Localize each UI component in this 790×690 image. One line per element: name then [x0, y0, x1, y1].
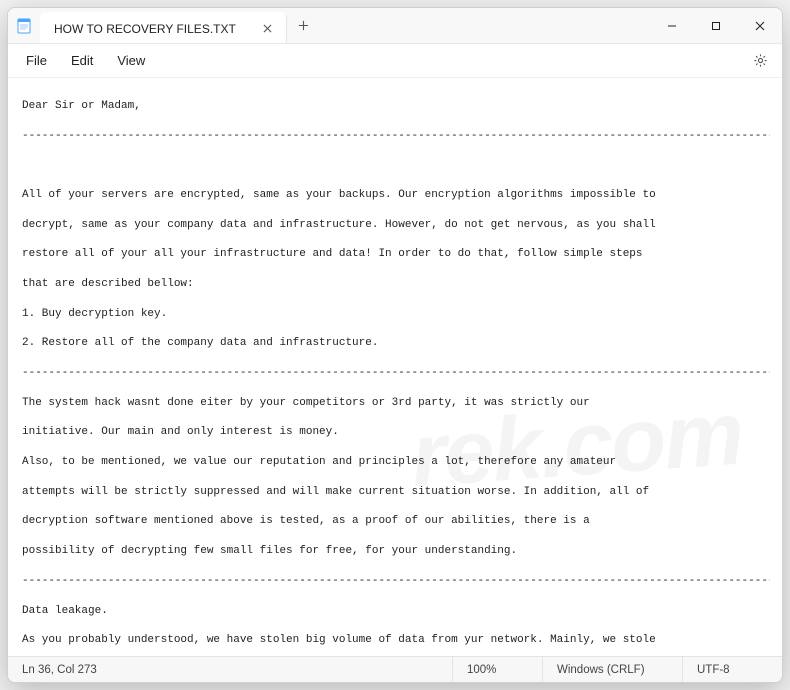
separator-line: ----------------------------------------… [22, 574, 770, 589]
maximize-button[interactable] [694, 8, 738, 43]
status-position: Ln 36, Col 273 [8, 657, 111, 682]
status-zoom[interactable]: 100% [452, 657, 542, 682]
settings-button[interactable] [746, 47, 774, 75]
tab-active[interactable]: HOW TO RECOVERY FILES.TXT [40, 12, 287, 43]
text-line: Data leakage. [22, 604, 770, 619]
titlebar: HOW TO RECOVERY FILES.TXT [8, 8, 782, 44]
text-line: 1. Buy decryption key. [22, 307, 770, 322]
text-line: initiative. Our main and only interest i… [22, 425, 770, 440]
notepad-window: HOW TO RECOVERY FILES.TXT File Edit View [7, 7, 783, 683]
status-eol[interactable]: Windows (CRLF) [542, 657, 682, 682]
app-icon-notepad [8, 8, 40, 43]
text-line: decryption software mentioned above is t… [22, 514, 770, 529]
tab-title: HOW TO RECOVERY FILES.TXT [54, 22, 236, 36]
text-line: possibility of decrypting few small file… [22, 544, 770, 559]
window-controls [650, 8, 782, 43]
text-line: Dear Sir or Madam, [22, 99, 770, 114]
text-line: restore all of your all your infrastruct… [22, 247, 770, 262]
text-line: attempts will be strictly suppressed and… [22, 485, 770, 500]
menu-edit[interactable]: Edit [61, 49, 103, 72]
close-button[interactable] [738, 8, 782, 43]
tab-close-button[interactable] [260, 21, 276, 37]
status-encoding[interactable]: UTF-8 [682, 657, 782, 682]
menu-file[interactable]: File [16, 49, 57, 72]
statusbar: Ln 36, Col 273 100% Windows (CRLF) UTF-8 [8, 656, 782, 682]
text-line: Also, to be mentioned, we value our repu… [22, 455, 770, 470]
text-line: The system hack wasnt done eiter by your… [22, 396, 770, 411]
text-line: decrypt, same as your company data and i… [22, 218, 770, 233]
separator-line: ----------------------------------------… [22, 129, 770, 144]
separator-line: ----------------------------------------… [22, 366, 770, 381]
text-line: As you probably understood, we have stol… [22, 633, 770, 648]
text-line: that are described bellow: [22, 277, 770, 292]
text-editor[interactable]: Dear Sir or Madam, ---------------------… [8, 78, 782, 656]
menubar: File Edit View [8, 44, 782, 78]
text-line: 2. Restore all of the company data and i… [22, 336, 770, 351]
menu-view[interactable]: View [107, 49, 155, 72]
minimize-button[interactable] [650, 8, 694, 43]
text-line: All of your servers are encrypted, same … [22, 188, 770, 203]
new-tab-button[interactable] [287, 8, 321, 43]
